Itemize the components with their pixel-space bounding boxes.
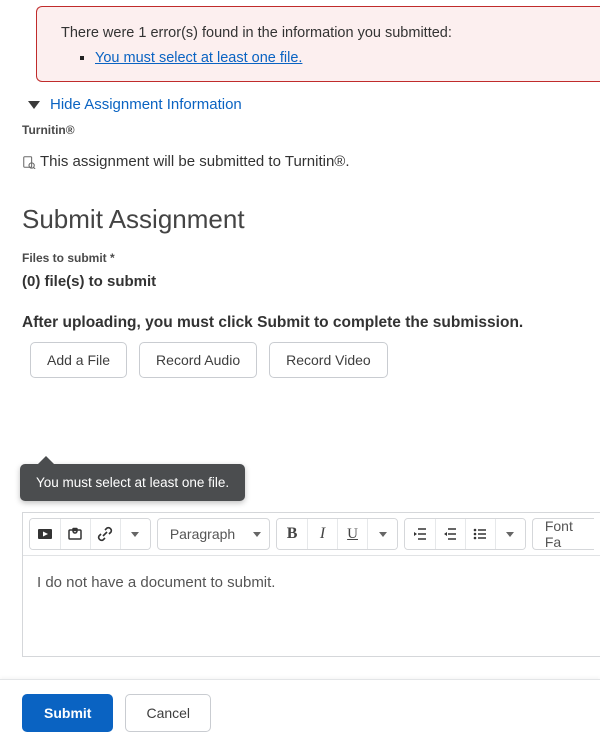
- insert-link-button[interactable]: [90, 519, 120, 549]
- chevron-down-icon: [131, 532, 139, 537]
- insert-image-button[interactable]: [60, 519, 90, 549]
- upload-button-row: Add a File Record Audio Record Video: [30, 342, 600, 378]
- error-link[interactable]: You must select at least one file.: [95, 50, 302, 66]
- validation-tooltip: You must select at least one file.: [20, 464, 245, 501]
- font-family-select[interactable]: Font Fa: [532, 518, 594, 550]
- submit-button[interactable]: Submit: [22, 694, 113, 732]
- format-more-button[interactable]: [367, 519, 397, 549]
- bold-button[interactable]: B: [277, 519, 307, 549]
- record-audio-button[interactable]: Record Audio: [139, 342, 257, 378]
- chevron-down-icon: [253, 532, 261, 537]
- upload-instruction: After uploading, you must click Submit t…: [22, 314, 600, 332]
- format-group: B I U: [276, 518, 398, 550]
- file-count: (0) file(s) to submit: [22, 273, 600, 290]
- error-alert: There were 1 error(s) found in the infor…: [36, 6, 600, 82]
- error-item: You must select at least one file.: [95, 49, 576, 67]
- list-group: [404, 518, 526, 550]
- chevron-down-icon: [379, 532, 387, 537]
- caret-down-icon: [28, 101, 40, 109]
- insert-video-button[interactable]: [30, 519, 60, 549]
- editor-body[interactable]: I do not have a document to submit.: [23, 556, 600, 656]
- outdent-button[interactable]: [405, 519, 435, 549]
- error-summary: There were 1 error(s) found in the infor…: [61, 25, 576, 41]
- list-more-button[interactable]: [495, 519, 525, 549]
- media-more-button[interactable]: [120, 519, 150, 549]
- underline-button[interactable]: U: [337, 519, 367, 549]
- originality-icon: [22, 155, 36, 169]
- chevron-down-icon: [506, 532, 514, 537]
- indent-button[interactable]: [435, 519, 465, 549]
- bullet-list-button[interactable]: [465, 519, 495, 549]
- turnitin-label: Turnitin®: [22, 123, 600, 137]
- media-group: [29, 518, 151, 550]
- turnitin-note-text: This assignment will be submitted to Tur…: [40, 153, 350, 170]
- hide-assignment-info-label: Hide Assignment Information: [50, 96, 242, 113]
- footer-actions: Submit Cancel: [0, 679, 600, 740]
- files-to-submit-label: Files to submit *: [22, 251, 600, 265]
- cancel-button[interactable]: Cancel: [125, 694, 211, 732]
- editor-toolbar: Paragraph B I U: [23, 513, 600, 556]
- rich-text-editor: Paragraph B I U: [22, 512, 600, 657]
- turnitin-note: This assignment will be submitted to Tur…: [22, 153, 600, 170]
- italic-button[interactable]: I: [307, 519, 337, 549]
- add-file-button[interactable]: Add a File: [30, 342, 127, 378]
- paragraph-style-select[interactable]: Paragraph: [157, 518, 270, 550]
- paragraph-style-label: Paragraph: [170, 526, 235, 542]
- record-video-button[interactable]: Record Video: [269, 342, 388, 378]
- font-family-label: Font Fa: [545, 518, 590, 550]
- page-title: Submit Assignment: [22, 204, 600, 235]
- hide-assignment-info-toggle[interactable]: Hide Assignment Information: [28, 96, 600, 113]
